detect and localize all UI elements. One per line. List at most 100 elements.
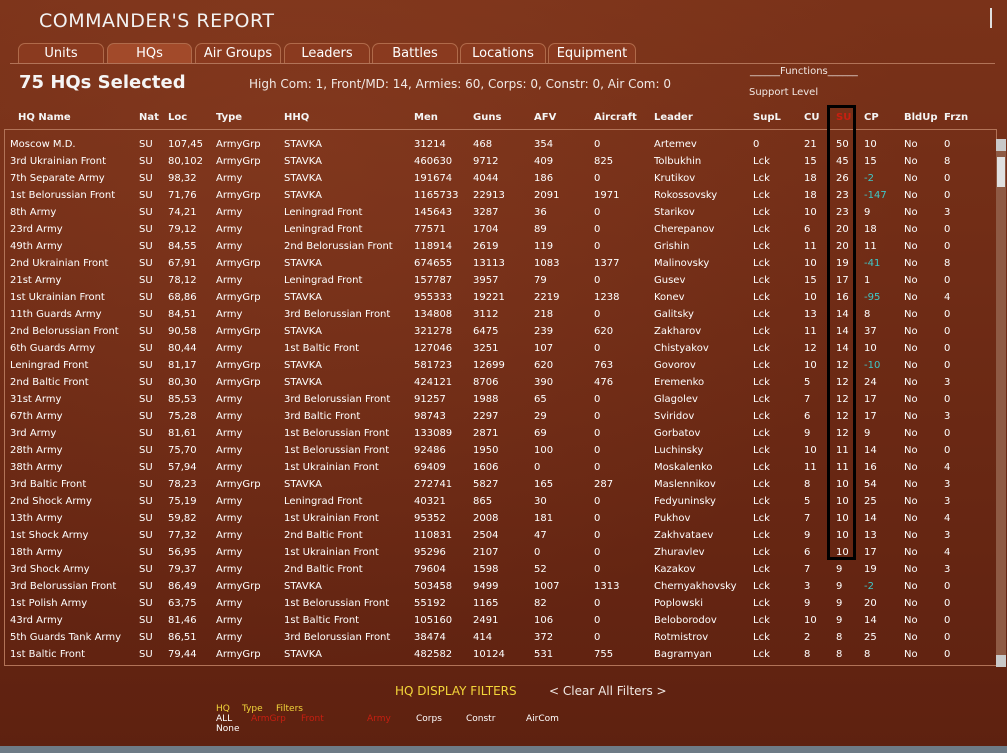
tab-locations[interactable]: Locations (460, 43, 546, 63)
cell-cp: 19 (864, 564, 877, 575)
cell-frzn: 0 (944, 394, 951, 405)
cell-aircraft: 0 (594, 513, 601, 524)
column-header-loc[interactable]: Loc (168, 112, 187, 123)
table-row[interactable]: 5th Guards Tank Army SU 86,51 Army 3rd Belor… (5, 629, 996, 646)
cell-hhq: 2nd Belorussian Front (284, 241, 393, 252)
cell-frzn: 0 (944, 598, 951, 609)
column-header-cp[interactable]: CP (864, 112, 879, 123)
clear-all-filters-button[interactable]: < Clear All Filters > (549, 684, 667, 698)
cell-hhq: STAVKA (284, 479, 322, 490)
column-header-hhq[interactable]: HHQ (284, 112, 309, 123)
cell-hq-name: 31st Army (10, 394, 62, 405)
column-header-supl[interactable]: SupL (753, 112, 781, 123)
scroll-down-arrow-icon[interactable] (996, 655, 1006, 667)
cell-cu: 11 (804, 241, 817, 252)
filter-constr-button[interactable]: Constr (466, 714, 495, 724)
cell-guns: 1598 (473, 564, 499, 575)
cell-supl: Lck (753, 207, 770, 218)
window-bottom-border (0, 746, 1007, 753)
cell-hq-name: 43rd Army (10, 615, 63, 626)
cell-type: Army (216, 241, 243, 252)
column-header-nat[interactable]: Nat (139, 112, 159, 123)
filter-none-button[interactable]: None (216, 724, 239, 734)
cell-type: ArmyGrp (216, 190, 261, 201)
tab-leaders[interactable]: Leaders (284, 43, 370, 63)
column-header-type[interactable]: Type (216, 112, 242, 123)
filter-aircom-button[interactable]: AirCom (526, 714, 559, 724)
cell-afv: 107 (534, 343, 554, 354)
tab-equipment[interactable]: Equipment (548, 43, 636, 63)
cell-guns: 9499 (473, 581, 499, 592)
tab-battles[interactable]: Battles (372, 43, 458, 63)
cell-aircraft: 0 (594, 224, 601, 235)
column-header-men[interactable]: Men (414, 112, 438, 123)
scroll-up-arrow-icon[interactable] (996, 139, 1006, 151)
cell-afv: 2219 (534, 292, 560, 303)
cell-men: 118914 (414, 241, 453, 252)
cell-bldup: No (904, 513, 918, 524)
column-header-aircraft[interactable]: Aircraft (594, 112, 637, 123)
cell-supl: Lck (753, 360, 770, 371)
column-header-frzn[interactable]: Frzn (944, 112, 968, 123)
table-row[interactable]: 3rd Belorussian Front SU 86,49 ArmyGrp STAVK… (5, 578, 996, 595)
cell-hq-name: 23rd Army (10, 224, 63, 235)
tab-hqs[interactable]: HQs (107, 43, 192, 63)
filter-all-button[interactable]: ALL (216, 714, 232, 724)
filter-armgrp-button[interactable]: ArmGrp (251, 714, 286, 724)
cell-guns: 12699 (473, 360, 505, 371)
cell-cp: 14 (864, 615, 877, 626)
cell-leader: Kazakov (654, 564, 696, 575)
column-header-hq-name[interactable]: HQ Name (18, 112, 71, 123)
cell-hhq: STAVKA (284, 190, 322, 201)
cell-frzn: 0 (944, 241, 951, 252)
cell-afv: 354 (534, 139, 554, 150)
cell-afv: 531 (534, 649, 554, 660)
scroll-thumb[interactable] (997, 157, 1005, 187)
cell-loc: 85,53 (168, 394, 197, 405)
vertical-scrollbar[interactable] (996, 139, 1006, 667)
cell-leader: Fedyuninsky (654, 496, 716, 507)
filter-front-button[interactable]: Front (301, 714, 324, 724)
column-header-afv[interactable]: AFV (534, 112, 556, 123)
table-row[interactable]: 1st Polish Army SU 63,75 Army 1st Belorussia… (5, 595, 996, 612)
cell-men: 40321 (414, 496, 446, 507)
column-header-cu[interactable]: CU (804, 112, 819, 123)
cell-leader: Konev (654, 292, 685, 303)
column-header-guns[interactable]: Guns (473, 112, 501, 123)
filter-corps-button[interactable]: Corps (416, 714, 442, 724)
table-row[interactable]: 3rd Shock Army SU 79,37 Army 2nd Baltic Fron… (5, 561, 996, 578)
cell-frzn: 3 (944, 564, 951, 575)
cell-nat: SU (139, 241, 153, 252)
cell-bldup: No (904, 292, 918, 303)
table-row[interactable]: 1st Baltic Front SU 79,44 ArmyGrp STAVKA 4825… (5, 646, 996, 663)
table-row[interactable]: 43rd Army SU 81,46 Army 1st Baltic Front 1051… (5, 612, 996, 629)
cell-bldup: No (904, 530, 918, 541)
cell-supl: Lck (753, 564, 770, 575)
column-header-leader[interactable]: Leader (654, 112, 693, 123)
cell-bldup: No (904, 224, 918, 235)
cell-bldup: No (904, 462, 918, 473)
cell-leader: Bagramyan (654, 649, 712, 660)
cell-guns: 19221 (473, 292, 505, 303)
tab-units[interactable]: Units (18, 43, 104, 63)
column-header-bldup[interactable]: BldUp (904, 112, 938, 123)
filter-army-button[interactable]: Army (367, 714, 391, 724)
cell-cp: 24 (864, 377, 877, 388)
cell-cp: -95 (864, 292, 881, 303)
cell-supl: 0 (753, 139, 760, 150)
cell-guns: 4044 (473, 173, 499, 184)
cell-guns: 5827 (473, 479, 499, 490)
cell-frzn: 3 (944, 479, 951, 490)
tab-air-groups[interactable]: Air Groups (195, 43, 281, 63)
cell-men: 581723 (414, 360, 453, 371)
cell-type: Army (216, 224, 243, 235)
cell-leader: Cherepanov (654, 224, 715, 235)
cell-guns: 6475 (473, 326, 499, 337)
cell-hhq: 1st Belorussian Front (284, 428, 390, 439)
cell-cu: 5 (804, 377, 811, 388)
cell-afv: 52 (534, 564, 547, 575)
cell-afv: 186 (534, 173, 554, 184)
cell-leader: Zhuravlev (654, 547, 705, 558)
cell-nat: SU (139, 224, 153, 235)
cell-guns: 468 (473, 139, 493, 150)
